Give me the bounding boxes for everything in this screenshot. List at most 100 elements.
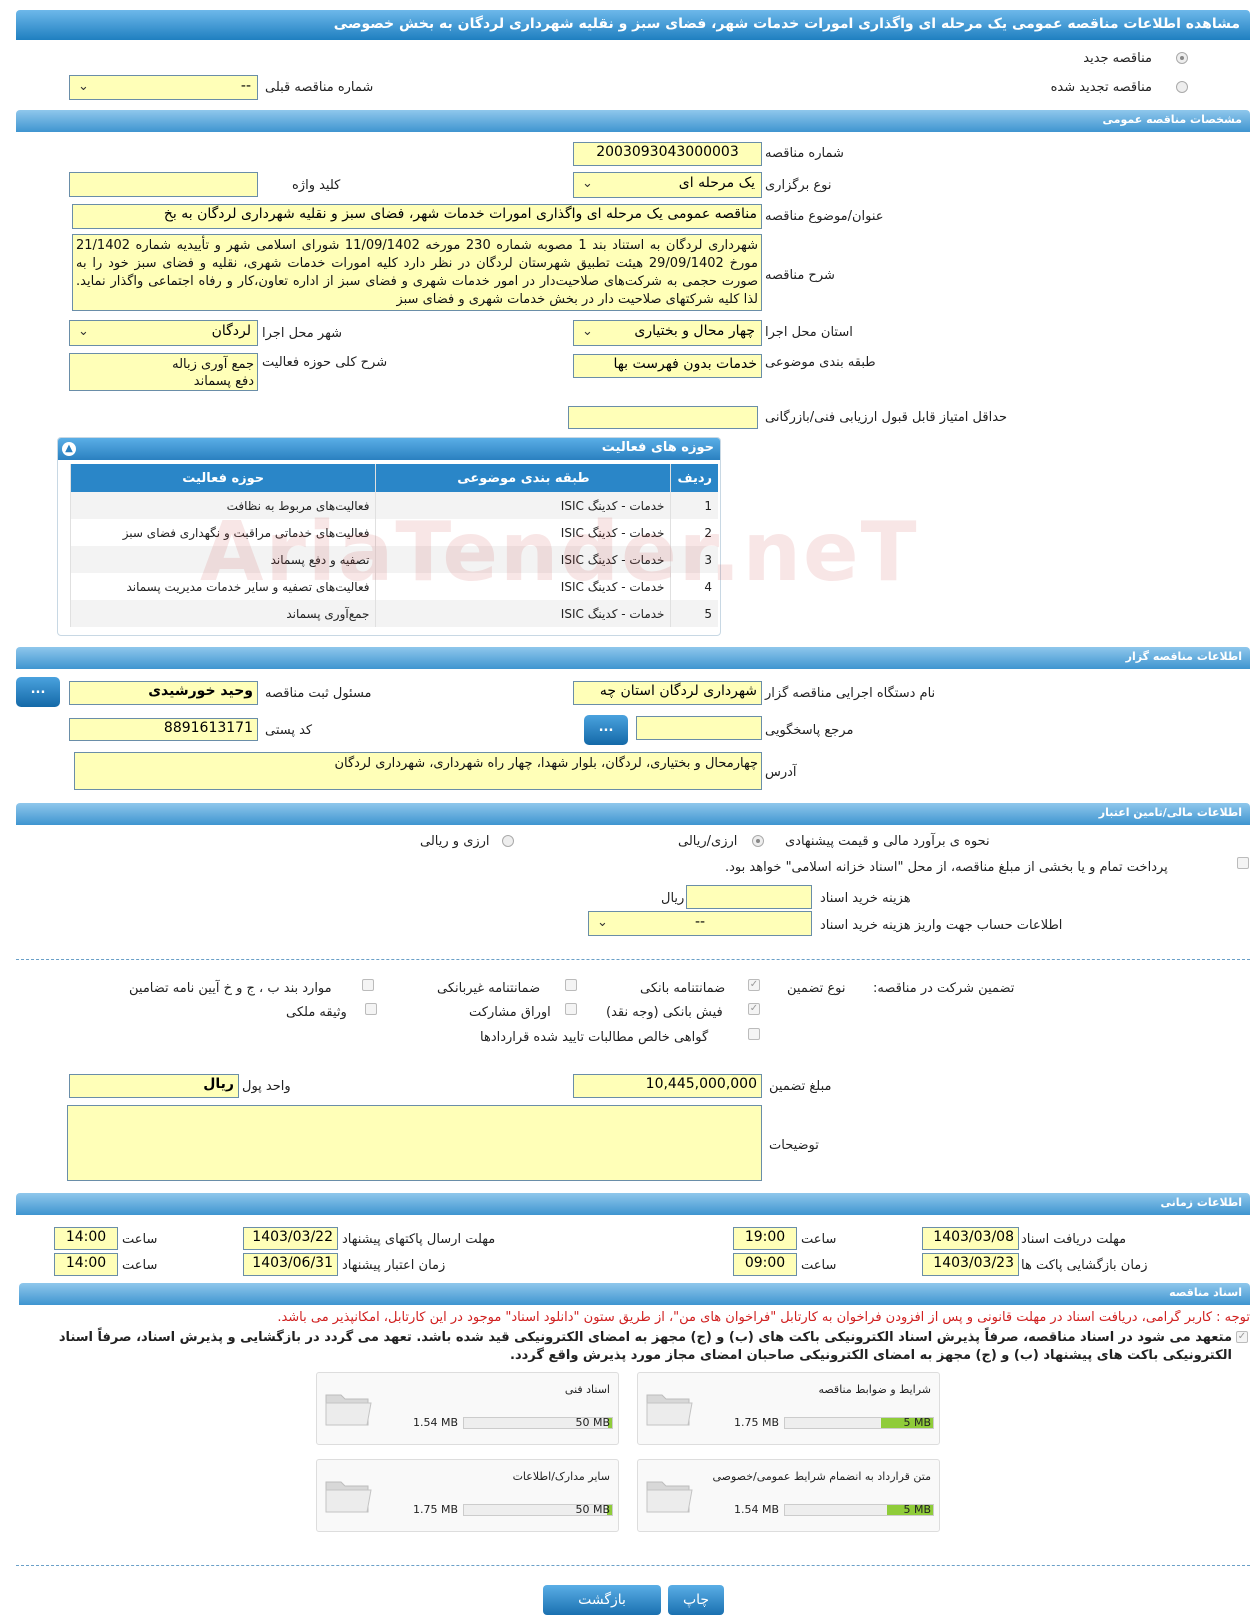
- file-card[interactable]: شرایط و ضوابط مناقصه 5 MB 1.75 MB: [637, 1372, 940, 1445]
- section-time-title: اطلاعات زمانی: [1160, 1196, 1242, 1209]
- activities-title-bar: حوزه های فعالیت ▲: [58, 438, 720, 460]
- folder-icon: [646, 1481, 693, 1513]
- type-select[interactable]: یک مرحله ای ⌄: [573, 172, 762, 198]
- officer-label: مسئول ثبت مناقصه: [265, 686, 372, 701]
- file-max: 5 MB: [903, 1416, 931, 1429]
- officer-lookup-button[interactable]: ...: [16, 677, 60, 707]
- postal-label: کد پستی: [265, 723, 313, 738]
- folder-icon: [325, 1481, 372, 1513]
- file-name: اسناد فنی: [564, 1383, 610, 1396]
- section-org-title: اطلاعات مناقصه گزار: [1125, 650, 1242, 663]
- account-select[interactable]: -- ⌄: [588, 911, 812, 936]
- cash-checkbox[interactable]: ✓: [748, 1003, 760, 1015]
- subject-field: مناقصه عمومی یک مرحله ای واگذاری امورات …: [72, 204, 762, 229]
- treasury-checkbox[interactable]: [1237, 857, 1249, 869]
- send-deadline-label: مهلت ارسال پاکتهای پیشنهاد: [342, 1232, 496, 1247]
- validity-time: 14:00: [54, 1253, 118, 1276]
- claims-checkbox[interactable]: [748, 1028, 760, 1040]
- row-activity: فعالیت‌های خدماتی مراقبت و نگهداری فضای …: [69, 519, 376, 546]
- ref-field: [636, 716, 762, 740]
- validity-date: 1403/06/31: [243, 1253, 338, 1276]
- keyword-field[interactable]: [69, 172, 258, 197]
- row-category: خدمات - کدینگ ISIC: [375, 600, 671, 627]
- currency-label: واحد پول: [242, 1079, 291, 1094]
- file-card[interactable]: سایر مدارک/اطلاعات 50 MB 1.75 MB: [316, 1459, 619, 1532]
- bonds-checkbox[interactable]: [565, 1003, 577, 1015]
- section-time: اطلاعات زمانی: [16, 1193, 1250, 1215]
- number-label: شماره مناقصه: [765, 146, 844, 161]
- activities-title: حوزه های فعالیت: [601, 440, 714, 455]
- pledge-checkbox[interactable]: ✓: [1236, 1331, 1248, 1343]
- section-finance-title: اطلاعات مالی/تامین اعتبار: [1098, 806, 1242, 819]
- bonds-label: اوراق مشارکت: [469, 1005, 551, 1020]
- row-category: خدمات - کدینگ ISIC: [375, 546, 671, 573]
- notes-field: [67, 1105, 762, 1181]
- renewed-tender-label: مناقصه تجدید شده: [1050, 80, 1152, 95]
- doc-deadline-time: 19:00: [733, 1227, 797, 1250]
- pledge-text: متعهد می شود در اسناد مناقصه، صرفاً پذیر…: [58, 1330, 1232, 1363]
- desc-textarea: شهرداری لردگان به استناد بند 1 مصوبه شما…: [72, 234, 762, 311]
- table-row: 5 خدمات - کدینگ ISIC جمع‌آوری پسماند: [69, 600, 718, 627]
- print-button[interactable]: چاپ: [668, 1585, 724, 1615]
- desc-label: شرح مناقصه: [765, 268, 835, 283]
- number-field: 2003093043000003: [573, 142, 762, 166]
- new-tender-radio[interactable]: [1176, 52, 1188, 64]
- claims-label: گواهی خالص مطالبات تایید شده قراردادها: [480, 1030, 709, 1045]
- currency-field: ریال: [69, 1074, 239, 1098]
- city-label: شهر محل اجرا: [262, 326, 342, 341]
- row-activity: جمع‌آوری پسماند: [69, 600, 376, 627]
- row-index: 2: [670, 519, 718, 546]
- section-docs-title: اسناد مناقصه: [1169, 1286, 1242, 1299]
- province-select[interactable]: چهار محال و بختیاری ⌄: [573, 320, 762, 346]
- row-activity: فعالیت‌های تصفیه و سایر خدمات مدیریت پسم…: [69, 573, 376, 600]
- open-label: زمان بازگشایی پاکت ها: [1021, 1258, 1148, 1273]
- section-finance: اطلاعات مالی/تامین اعتبار: [16, 803, 1250, 825]
- section-general: مشخصات مناقصه عمومی: [16, 110, 1250, 132]
- prev-number-select[interactable]: -- ⌄: [69, 75, 258, 100]
- file-card[interactable]: متن قرارداد به انضمام شرایط عمومی/خصوصی …: [637, 1459, 940, 1532]
- bank-guarantee-checkbox[interactable]: ✓: [748, 979, 760, 991]
- property-label: وثیقه ملکی: [286, 1005, 347, 1020]
- row-category: خدمات - کدینگ ISIC: [375, 519, 671, 546]
- city-value: لردگان: [211, 323, 251, 339]
- back-button[interactable]: بازگشت: [543, 1585, 661, 1615]
- collapse-icon[interactable]: ▲: [62, 442, 76, 456]
- row-index: 5: [670, 600, 718, 627]
- city-select[interactable]: لردگان ⌄: [69, 320, 258, 346]
- nonbank-guarantee-checkbox[interactable]: [565, 979, 577, 991]
- row-index: 3: [670, 546, 718, 573]
- file-size: 1.75 MB: [413, 1503, 459, 1516]
- file-max: 50 MB: [575, 1503, 610, 1516]
- treasury-text: پرداخت تمام و یا بخشی از مبلغ مناقصه، از…: [725, 860, 1168, 875]
- table-header: حوزه فعالیت: [69, 464, 376, 492]
- postal-field: 8891613171: [69, 718, 258, 741]
- nonbank-guarantee-label: ضمانتنامه غیربانکی: [437, 981, 541, 996]
- guarantee-type-label: نوع تضمین: [787, 981, 846, 996]
- new-tender-label: مناقصه جدید: [1083, 51, 1152, 66]
- property-checkbox[interactable]: [365, 1003, 377, 1015]
- hour-label: ساعت: [122, 1232, 158, 1247]
- amount-label: مبلغ تضمین: [769, 1079, 832, 1094]
- notes-label: توضیحات: [769, 1138, 819, 1153]
- account-value: --: [694, 914, 706, 930]
- validity-label: زمان اعتبار پیشنهاد: [342, 1258, 446, 1273]
- doc-cost-field: [686, 885, 812, 909]
- activity-desc-line: جمع آوری زباله: [172, 357, 254, 372]
- province-value: چهار محال و بختیاری: [634, 323, 755, 339]
- divider: [16, 959, 1250, 960]
- method-radio-1[interactable]: [752, 835, 764, 847]
- method-opt1-label: ارزی/ریالی: [678, 834, 738, 849]
- ref-lookup-button[interactable]: ...: [584, 715, 628, 745]
- guarantee-title: تضمین شرکت در مناقصه:: [873, 981, 1015, 996]
- file-card[interactable]: اسناد فنی 50 MB 1.54 MB: [316, 1372, 619, 1445]
- method-radio-2[interactable]: [502, 835, 514, 847]
- table-header: طبقه بندی موضوعی: [375, 464, 671, 492]
- address-label: آدرس: [765, 765, 797, 780]
- renewed-tender-radio[interactable]: [1176, 81, 1188, 93]
- clause-guarantee-checkbox[interactable]: [362, 979, 374, 991]
- hour-label: ساعت: [122, 1258, 158, 1273]
- row-activity: فعالیت‌های مربوط به نظافت: [69, 492, 376, 519]
- activities-table: ردیف طبقه بندی موضوعی حوزه فعالیت 1 خدمات…: [69, 464, 718, 627]
- file-size: 1.54 MB: [734, 1503, 780, 1516]
- min-score-field: [568, 406, 758, 429]
